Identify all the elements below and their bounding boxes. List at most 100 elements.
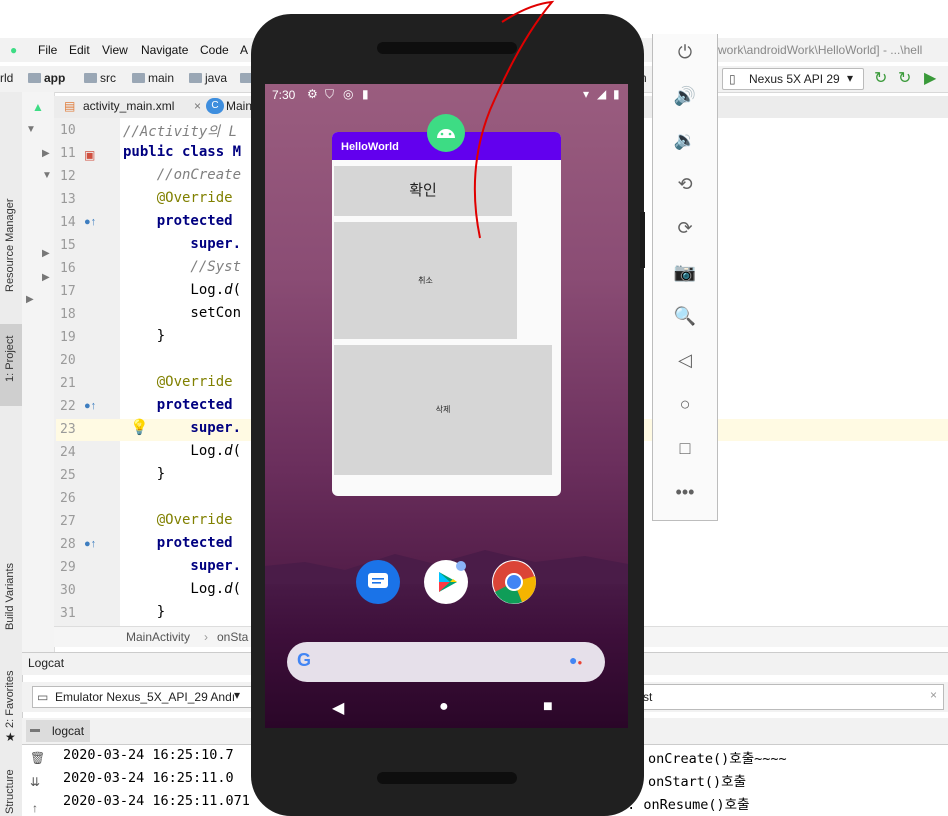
volume-up-icon[interactable]: 🔊 [671, 82, 699, 110]
android-icon: ▲ [32, 100, 44, 114]
code-token: } [123, 466, 166, 482]
tree-arrow-icon[interactable]: ▶ [42, 248, 50, 259]
code-breadcrumb-class[interactable]: MainActivity [126, 630, 190, 644]
more-icon[interactable]: ••• [671, 478, 699, 506]
apply-changes-icon[interactable]: ↻ [874, 68, 887, 88]
delete-button[interactable]: 삭제 [334, 345, 552, 475]
menu-view[interactable]: View [102, 43, 128, 57]
code-token: super. [123, 236, 242, 252]
power-icon[interactable]: ⏻ [671, 38, 699, 66]
tool-structure[interactable]: Structure [4, 769, 16, 814]
menu-edit[interactable]: Edit [69, 43, 90, 57]
menu-file[interactable]: File [38, 43, 57, 57]
code-breadcrumb-method[interactable]: onSta [217, 630, 248, 644]
apply-code-changes-icon[interactable]: ↻ [898, 68, 911, 88]
window-title: work\androidWork\HelloWorld] - ...\hell [718, 43, 923, 57]
xml-file-icon: ▤ [64, 99, 76, 113]
breadcrumb-java[interactable]: java [189, 71, 227, 85]
logcat-search-input[interactable]: st × [622, 684, 944, 710]
code-token: @Override [123, 190, 233, 206]
line-number: 10 [60, 123, 76, 138]
line-number: 13 [60, 192, 76, 207]
line-number: 16 [60, 261, 76, 276]
code-token: @Override [123, 512, 233, 528]
code-token: public class M [123, 144, 242, 160]
line-number: 19 [60, 330, 76, 345]
menu-navigate[interactable]: Navigate [141, 43, 188, 57]
tab-logcat-label: logcat [52, 724, 85, 738]
logcat-device-select[interactable]: ▭ Emulator Nexus_5X_API_29 Andı [32, 686, 252, 708]
rotate-right-icon[interactable]: ⟳ [671, 214, 699, 242]
tab-main-activity[interactable]: Main [226, 99, 252, 113]
nav-home-icon[interactable]: ● [439, 698, 449, 716]
run-icon[interactable]: ▶ [924, 68, 936, 88]
code-token: @Override [123, 374, 233, 390]
override-icon[interactable]: ●↑ [84, 216, 96, 228]
line-number: 26 [60, 491, 76, 506]
lightbulb-icon[interactable]: 💡 [130, 418, 149, 436]
rotate-left-icon[interactable]: ⟲ [671, 170, 699, 198]
shield-icon: ⛉ [325, 87, 335, 101]
folder-icon [28, 73, 41, 83]
tree-arrow-icon[interactable]: ▶ [42, 272, 50, 283]
override-icon[interactable]: ●↑ [84, 538, 96, 550]
scroll-end-icon[interactable]: ⇊ [30, 775, 40, 789]
side-button[interactable] [640, 212, 645, 268]
clear-icon[interactable]: × [930, 688, 937, 702]
back-icon[interactable]: ◁ [671, 346, 699, 374]
phone-screen[interactable]: 7:30 ⚙ ⛉ ◎ ▮ ▾ ◢ ▮ HelloWorld 확인 취소 삭제 G… [265, 84, 628, 728]
settings-icon: ⚙ [307, 87, 318, 101]
tree-arrow-icon[interactable]: ▼ [42, 170, 52, 181]
device-selector[interactable]: ▯ Nexus 5X API 29 ▾ [722, 68, 864, 90]
tree-arrow-icon[interactable]: ▼ [26, 124, 36, 135]
google-search-bar[interactable]: G ●● [287, 642, 605, 682]
chrome-icon[interactable] [492, 560, 536, 604]
up-icon[interactable]: ↑ [32, 801, 38, 815]
nav-overview-icon[interactable]: ■ [543, 698, 553, 716]
code-token: super. [123, 558, 242, 574]
code-token: d [224, 581, 233, 597]
code-token: protected [123, 213, 233, 229]
breadcrumb-app[interactable]: app [28, 71, 65, 85]
menu-code[interactable]: Code [200, 43, 229, 57]
trash-icon[interactable]: 🗑 [30, 751, 45, 765]
tab-logcat[interactable]: ▬ logcat [26, 720, 90, 742]
folder-icon [189, 73, 202, 83]
nav-back-icon[interactable]: ◀ [332, 698, 344, 718]
line-number: 23 [60, 422, 76, 437]
tree-arrow-icon[interactable]: ▶ [26, 294, 34, 305]
battery-icon: ▮ [613, 87, 620, 101]
line-number: 14 [60, 215, 76, 230]
breadcrumb-main[interactable]: main [132, 71, 174, 85]
zoom-icon[interactable]: 🔍 [671, 302, 699, 330]
line-number: 11 [60, 146, 76, 161]
google-g-icon: G [297, 650, 312, 670]
volume-down-icon[interactable]: 🔉 [671, 126, 699, 154]
line-number: 12 [60, 169, 76, 184]
menu-analyze[interactable]: A [240, 43, 248, 57]
code-token: Log. [123, 282, 225, 298]
code-token: //Syst [123, 259, 242, 275]
layout-icon[interactable]: ▣ [84, 148, 95, 162]
tool-favorites[interactable]: 2: Favorites [4, 671, 16, 728]
tool-project[interactable]: 1: Project [4, 336, 16, 382]
assistant-icon[interactable]: ●● [569, 652, 582, 668]
tree-arrow-icon[interactable]: ▶ [42, 148, 50, 159]
tool-build-variants[interactable]: Build Variants [4, 563, 16, 630]
home-icon[interactable]: ○ [671, 390, 699, 418]
camera-icon[interactable]: 📷 [671, 258, 699, 286]
breadcrumb-src[interactable]: src [84, 71, 116, 85]
play-store-icon[interactable] [424, 560, 468, 604]
signal-icon: ◢ [597, 87, 607, 101]
code-token: d [224, 443, 233, 459]
code-token: ( [232, 282, 242, 298]
folder-icon [84, 73, 97, 83]
overview-icon[interactable]: □ [671, 434, 699, 462]
tab-activity-main-xml[interactable]: activity_main.xml [83, 99, 174, 113]
override-icon[interactable]: ●↑ [84, 400, 96, 412]
breadcrumb-project[interactable]: rld [0, 71, 13, 85]
log-line-message: onStart()호출 [648, 774, 746, 790]
close-icon[interactable]: × [194, 99, 201, 113]
messages-icon[interactable] [356, 560, 400, 604]
tool-resource-manager[interactable]: Resource Manager [4, 198, 16, 292]
